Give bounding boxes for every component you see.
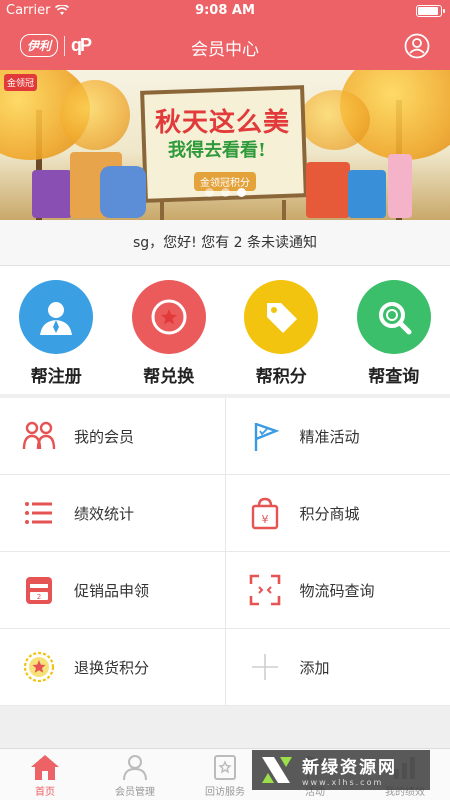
home-icon: [31, 755, 59, 780]
menu-label: 精准活动: [299, 427, 360, 446]
menu-label: 退换货积分: [74, 658, 150, 677]
autumn-tree: [300, 90, 370, 150]
menu-promo-claim[interactable]: 2 促销品申领: [0, 552, 226, 628]
carousel-dot[interactable]: [204, 188, 214, 197]
page-title: 会员中心: [191, 40, 259, 60]
brand-badge: 金领冠: [4, 74, 38, 91]
quick-action-label: 帮注册: [30, 367, 82, 387]
redeem-circle: [131, 280, 206, 354]
menu-targeted-activities[interactable]: 精准活动: [226, 398, 450, 474]
menu-my-members[interactable]: 我的会员: [0, 398, 226, 474]
star-icon: [151, 299, 187, 335]
menu-label: 绩效统计: [74, 504, 135, 523]
tab-home[interactable]: 首页: [0, 749, 90, 800]
query-circle: [356, 280, 431, 354]
easel-leg: [160, 200, 164, 220]
carousel-dot[interactable]: [220, 188, 230, 197]
list-icon: [22, 496, 56, 530]
quick-action-label: 帮积分: [255, 367, 307, 387]
scan-icon: [248, 573, 282, 607]
quick-action-points[interactable]: 帮积分: [231, 280, 331, 394]
tab-member-management[interactable]: 会员管理: [90, 749, 180, 800]
star-badge-icon: [22, 650, 56, 684]
quick-action-label: 帮查询: [368, 367, 420, 387]
visit-service-icon: [214, 755, 236, 780]
points-circle: [244, 280, 319, 354]
battery-icon: [416, 5, 445, 17]
coupon-icon: 2: [22, 573, 56, 607]
watermark-main-text: 新绿资源网: [302, 758, 397, 778]
product-bottle: [388, 154, 412, 218]
site-watermark: 新绿资源网 www.xlhs.com: [252, 750, 430, 790]
banner-subline: 我得去看看!: [168, 140, 266, 161]
notification-bar[interactable]: sg，您好! 您有 2 条未读通知: [0, 220, 450, 266]
svg-text:¥: ¥: [261, 513, 268, 526]
members-icon: [22, 419, 56, 453]
feature-menu: 我的会员 精准活动 绩效统计 ¥ 积分商城 2 促销品申领 物流码查询 退换货积…: [0, 398, 450, 706]
menu-logistics-query[interactable]: 物流码查询: [226, 552, 450, 628]
quick-actions: 帮注册 帮兑换 帮积分 帮查询: [0, 266, 450, 394]
nav-bar: 伊利 qP 会员中心: [0, 22, 450, 70]
menu-label: 促销品申领: [74, 581, 150, 600]
tag-icon: [267, 303, 298, 333]
menu-row: 2 促销品申领 物流码查询: [0, 552, 450, 629]
status-bar: Carrier 9:08 AM: [0, 0, 450, 22]
menu-add[interactable]: 添加: [226, 629, 450, 705]
quick-action-label: 帮兑换: [143, 367, 195, 387]
tab-label: 回访服务: [205, 787, 245, 798]
promo-banner[interactable]: 金领冠 秋天这么美 我得去看看! 金领冠积分: [0, 70, 450, 220]
quick-action-query[interactable]: 帮查询: [344, 280, 444, 394]
menu-label: 我的会员: [74, 427, 135, 446]
quick-action-redeem[interactable]: 帮兑换: [119, 280, 219, 394]
menu-label: 积分商城: [299, 504, 360, 523]
menu-label: 物流码查询: [299, 581, 375, 600]
svg-text:2: 2: [37, 593, 41, 601]
watermark-logo-icon: [262, 757, 292, 783]
menu-row: 我的会员 精准活动: [0, 398, 450, 475]
menu-points-mall[interactable]: ¥ 积分商城: [226, 475, 450, 551]
magnifier-icon: [378, 302, 412, 335]
autumn-tree: [60, 80, 130, 150]
clock: 9:08 AM: [195, 3, 255, 18]
menu-return-points[interactable]: 退换货积分: [0, 629, 226, 705]
watermark-sub-text: www.xlhs.com: [302, 778, 384, 787]
tab-label: 会员管理: [115, 787, 155, 798]
member-manage-icon: [123, 755, 147, 781]
tab-label: 首页: [35, 787, 55, 798]
quick-action-register[interactable]: 帮注册: [6, 280, 106, 394]
person-icon: [40, 302, 73, 335]
menu-performance-stats[interactable]: 绩效统计: [0, 475, 226, 551]
carousel-dots[interactable]: [0, 188, 450, 197]
user-profile-icon[interactable]: [404, 33, 430, 59]
banner-headline: 秋天这么美: [155, 108, 291, 138]
menu-row: 绩效统计 ¥ 积分商城: [0, 475, 450, 552]
flag-icon: [248, 419, 282, 453]
carousel-dot-active[interactable]: [236, 188, 246, 197]
register-circle: [19, 280, 94, 354]
shopping-bag-icon: ¥: [248, 496, 282, 530]
plus-icon: [248, 650, 282, 684]
menu-row: 退换货积分 添加: [0, 629, 450, 706]
easel-leg: [282, 200, 286, 220]
menu-label: 添加: [299, 658, 330, 677]
